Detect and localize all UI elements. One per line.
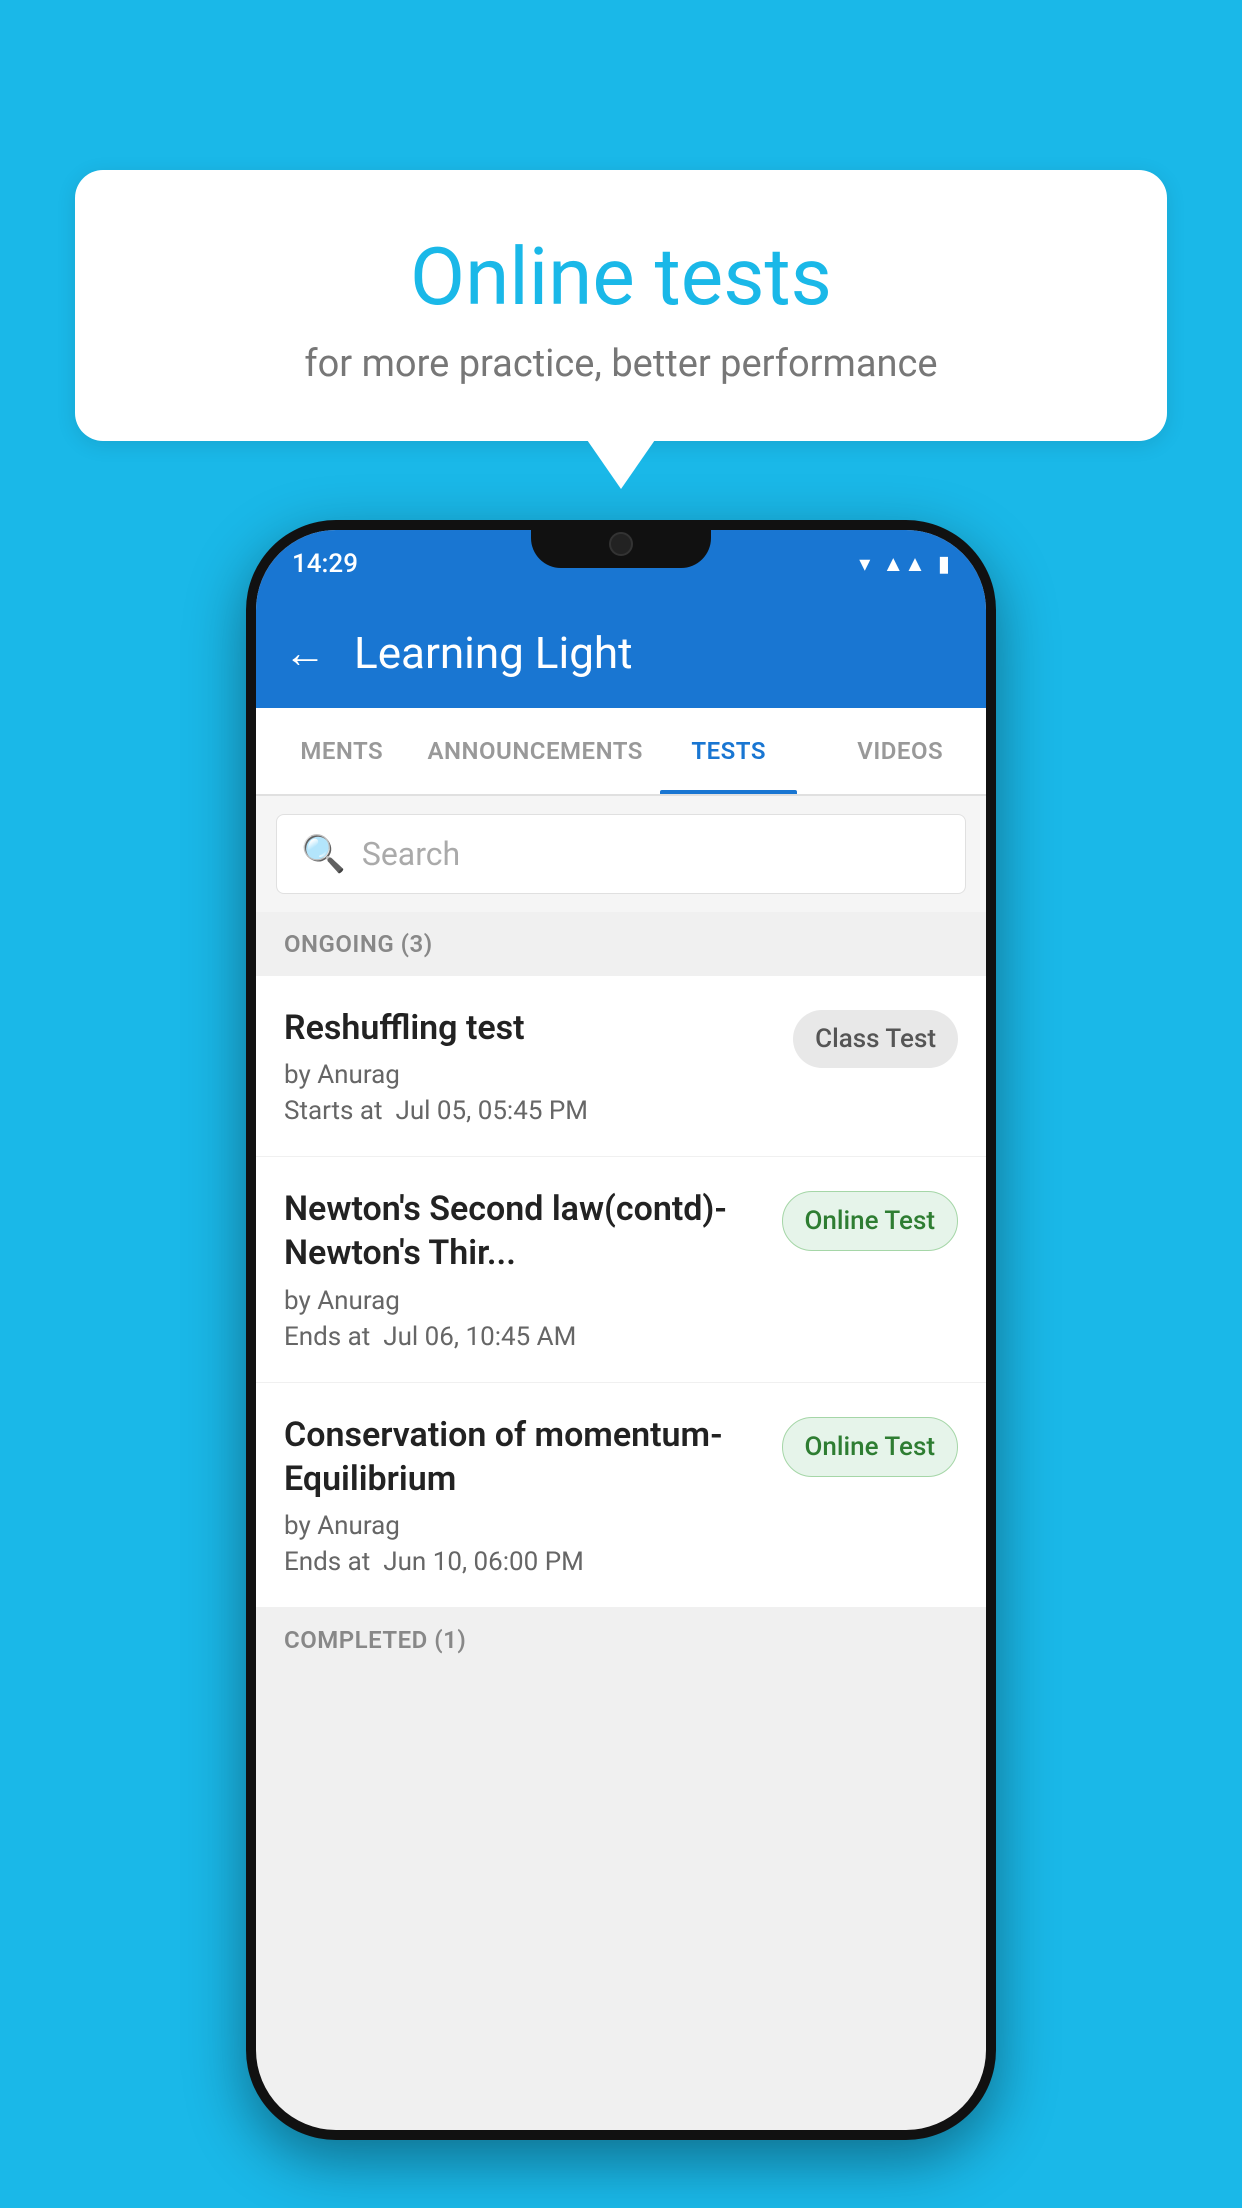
phone-screen: 14:29 ▾ ▲▲ ▮ ← Learning Light MENTS ANNO…: [256, 530, 986, 2130]
test-author-2: by Anurag: [284, 1286, 762, 1316]
wifi-icon: ▾: [859, 552, 870, 577]
search-bar[interactable]: 🔍 Search: [276, 814, 966, 894]
hero-title: Online tests: [125, 230, 1117, 324]
search-container: 🔍 Search: [256, 796, 986, 912]
tab-bar: MENTS ANNOUNCEMENTS TESTS VIDEOS: [256, 708, 986, 796]
test-author-1: by Anurag: [284, 1060, 773, 1090]
search-input[interactable]: Search: [362, 835, 460, 873]
signal-icon: ▲▲: [882, 551, 926, 577]
phone-camera: [609, 532, 633, 556]
test-author-3: by Anurag: [284, 1511, 762, 1541]
test-info-3: Conservation of momentum-Equilibrium by …: [284, 1413, 782, 1577]
app-bar-title: Learning Light: [354, 627, 633, 679]
test-list: Reshuffling test by Anurag Starts at Jul…: [256, 976, 986, 1608]
test-item-3[interactable]: Conservation of momentum-Equilibrium by …: [256, 1383, 986, 1608]
status-icons: ▾ ▲▲ ▮: [859, 551, 950, 577]
completed-section-header: COMPLETED (1): [256, 1608, 986, 1672]
back-button[interactable]: ←: [284, 629, 326, 678]
app-bar: ← Learning Light: [256, 598, 986, 708]
test-item-2[interactable]: Newton's Second law(contd)-Newton's Thir…: [256, 1157, 986, 1382]
test-badge-2: Online Test: [782, 1191, 959, 1251]
phone-mockup: 14:29 ▾ ▲▲ ▮ ← Learning Light MENTS ANNO…: [246, 520, 996, 2140]
test-badge-1: Class Test: [793, 1010, 958, 1068]
test-title-3: Conservation of momentum-Equilibrium: [284, 1413, 762, 1501]
phone-outer: 14:29 ▾ ▲▲ ▮ ← Learning Light MENTS ANNO…: [246, 520, 996, 2140]
test-date-1: Starts at Jul 05, 05:45 PM: [284, 1096, 773, 1126]
test-title-1: Reshuffling test: [284, 1006, 773, 1050]
test-info-1: Reshuffling test by Anurag Starts at Jul…: [284, 1006, 793, 1126]
hero-subtitle: for more practice, better performance: [125, 342, 1117, 386]
test-date-3: Ends at Jun 10, 06:00 PM: [284, 1547, 762, 1577]
status-time: 14:29: [292, 549, 358, 579]
speech-bubble: Online tests for more practice, better p…: [75, 170, 1167, 441]
search-icon: 🔍: [301, 833, 346, 875]
test-info-2: Newton's Second law(contd)-Newton's Thir…: [284, 1187, 782, 1351]
tab-videos[interactable]: VIDEOS: [814, 708, 986, 794]
test-date-2: Ends at Jul 06, 10:45 AM: [284, 1322, 762, 1352]
battery-icon: ▮: [938, 552, 950, 577]
ongoing-section-header: ONGOING (3): [256, 912, 986, 976]
tab-tests[interactable]: TESTS: [643, 708, 815, 794]
test-title-2: Newton's Second law(contd)-Newton's Thir…: [284, 1187, 762, 1275]
test-badge-3: Online Test: [782, 1417, 959, 1477]
test-item-1[interactable]: Reshuffling test by Anurag Starts at Jul…: [256, 976, 986, 1157]
tab-announcements[interactable]: ANNOUNCEMENTS: [428, 708, 643, 794]
tab-ments[interactable]: MENTS: [256, 708, 428, 794]
phone-notch: [531, 520, 711, 568]
